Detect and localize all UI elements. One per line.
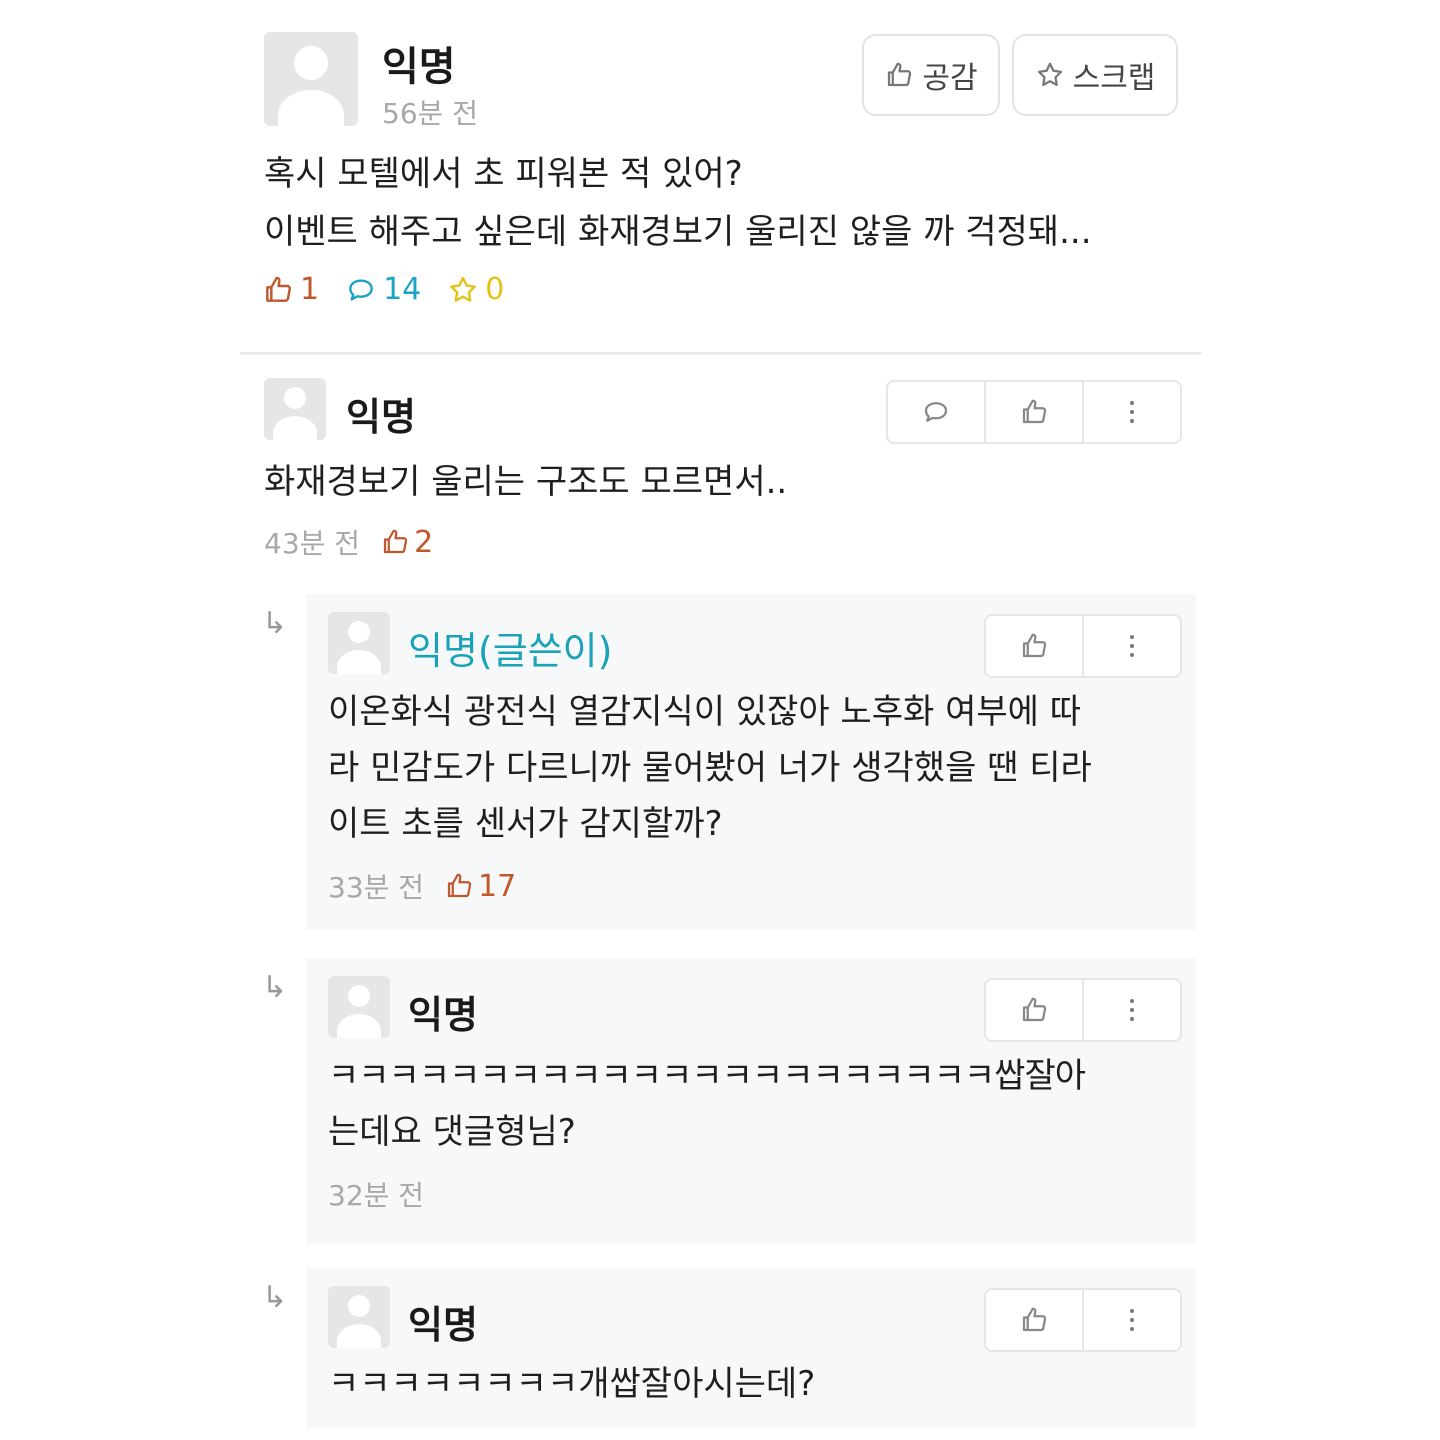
post-stats: 1 14 0 [262,272,530,307]
reply-vote-count: 17 [444,869,516,904]
reply-author: 익명 [408,1303,478,1347]
more-vertical-icon [1130,635,1134,657]
thumbs-up-icon [262,274,294,306]
reply-time: 32분 전 [328,1179,425,1212]
post-body-line: 이벤트 해주고 싶은데 화재경보기 울리진 않을 까 걱정돼... [264,212,1092,252]
post-like-count: 1 [262,272,319,307]
like-button-label: 공감 [922,61,978,96]
more-vertical-icon [1130,1309,1134,1331]
reply-text-line: 는데요 댓글형님? [328,1112,576,1152]
comment-icon [345,274,377,306]
reply-actions [984,614,1182,678]
thumbs-up-icon [1019,631,1049,661]
reply-arrow-icon: ↳ [262,606,288,641]
reply-avatar [328,612,390,674]
reply-arrow-icon: ↳ [262,970,288,1005]
reply-text-line: ㅋㅋㅋㅋㅋㅋㅋㅋ개쌉잘아시는데? [328,1364,816,1404]
reply-author: 익명 [408,993,478,1037]
thumbs-up-icon [1019,995,1049,1025]
thumbs-up-icon [380,527,410,557]
like-button[interactable]: 공감 [862,34,1000,116]
post-avatar [264,32,358,126]
reply-meta: 32분 전 [328,1174,424,1214]
comment-actions [886,380,1182,444]
reply-avatar [328,1286,390,1348]
comment-vote-count: 2 [380,525,433,560]
reply-time: 33분 전 [328,871,425,904]
reply-avatar [328,976,390,1038]
post-comment-count: 14 [345,272,421,307]
reply-like-button[interactable] [986,1290,1084,1350]
star-icon [447,274,479,306]
reply-text-line: 이온화식 광전식 열감지식이 있잖아 노후화 여부에 따 [328,692,1082,732]
reply-arrow-icon: ↳ [262,1280,288,1315]
post-scrap-count: 0 [447,272,504,307]
star-icon [1035,60,1065,90]
thumbs-up-icon [444,871,474,901]
post-author: 익명 [382,44,456,90]
reply-text-line: 이트 초를 센서가 감지할까? [328,804,723,844]
reply-meta: 33분 전 17 [328,866,516,906]
thumbs-up-icon [1019,397,1049,427]
reply-actions [984,1288,1182,1352]
comment-author: 익명 [346,395,416,439]
more-vertical-icon [1130,401,1134,423]
comment-time: 43분 전 [264,527,361,560]
reply-button[interactable] [888,382,986,442]
reply-text-line: 라 민감도가 다르니까 물어봤어 너가 생각했을 땐 티라 [328,748,1092,788]
comment-text: 화재경보기 울리는 구조도 모르면서.. [264,462,788,502]
scrap-button-label: 스크랩 [1072,61,1156,96]
comment-avatar [264,378,326,440]
comment-like-button[interactable] [986,382,1084,442]
more-button[interactable] [1084,382,1180,442]
comment-meta: 43분 전 2 [264,522,433,562]
reply-text-line: ㅋㅋㅋㅋㅋㅋㅋㅋㅋㅋㅋㅋㅋㅋㅋㅋㅋㅋㅋㅋㅋㅋ쌉잘아 [328,1056,1086,1096]
community-thread: 익명 56분 전 공감 스크랩 혹시 모텔에서 초 피워본 적 있어? 이벤트 … [0,0,1440,1440]
thumbs-up-icon [1019,1305,1049,1335]
more-button[interactable] [1084,616,1180,676]
reply-author-op: 익명(글쓴이) [408,629,613,673]
reply-actions [984,978,1182,1042]
reply-like-button[interactable] [986,980,1084,1040]
post-body-line: 혹시 모텔에서 초 피워본 적 있어? [264,154,743,194]
reply-like-button[interactable] [986,616,1084,676]
more-vertical-icon [1130,999,1134,1021]
more-button[interactable] [1084,980,1180,1040]
thumbs-up-icon [884,60,914,90]
more-button[interactable] [1084,1290,1180,1350]
divider [240,352,1202,355]
scrap-button[interactable]: 스크랩 [1012,34,1178,116]
post-time: 56분 전 [382,97,479,130]
comment-icon [921,397,951,427]
